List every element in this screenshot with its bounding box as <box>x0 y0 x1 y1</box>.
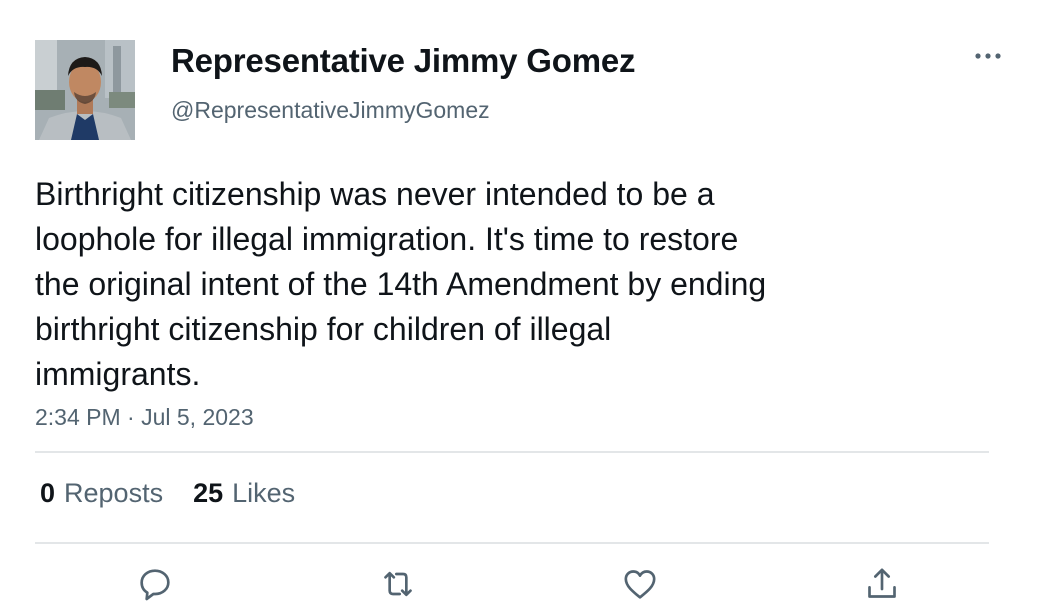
repost-button[interactable] <box>377 563 419 605</box>
more-dots-icon <box>975 53 1001 59</box>
tweet-text: Birthright citizenship was never intende… <box>35 176 767 392</box>
reposts-label: Reposts <box>64 478 164 508</box>
divider <box>35 542 989 544</box>
divider <box>35 451 989 453</box>
username-handle[interactable]: @RepresentativeJimmyGomez <box>171 97 490 124</box>
repost-arrows-icon <box>384 571 412 597</box>
avatar[interactable] <box>35 40 135 140</box>
share-upload-icon <box>868 568 896 598</box>
display-name[interactable]: Representative Jimmy Gomez <box>171 42 636 80</box>
likes-label: Likes <box>232 478 296 508</box>
reposts-count: 0 <box>40 478 56 508</box>
tweet-timestamp[interactable]: 2:34 PM · Jul 5, 2023 <box>35 404 254 431</box>
heart-icon <box>624 570 656 599</box>
like-button[interactable] <box>619 563 661 605</box>
speech-bubble-icon <box>140 569 170 601</box>
profile-photo-icon <box>35 40 135 140</box>
reposts-stat[interactable]: 0 Reposts <box>40 478 163 509</box>
engagement-stats: 0 Reposts 25 Likes <box>40 478 295 509</box>
reply-button[interactable] <box>134 563 176 605</box>
likes-stat[interactable]: 25 Likes <box>193 478 295 509</box>
likes-count: 25 <box>193 478 224 508</box>
more-options-button[interactable] <box>968 40 1008 72</box>
share-button[interactable] <box>861 563 903 605</box>
